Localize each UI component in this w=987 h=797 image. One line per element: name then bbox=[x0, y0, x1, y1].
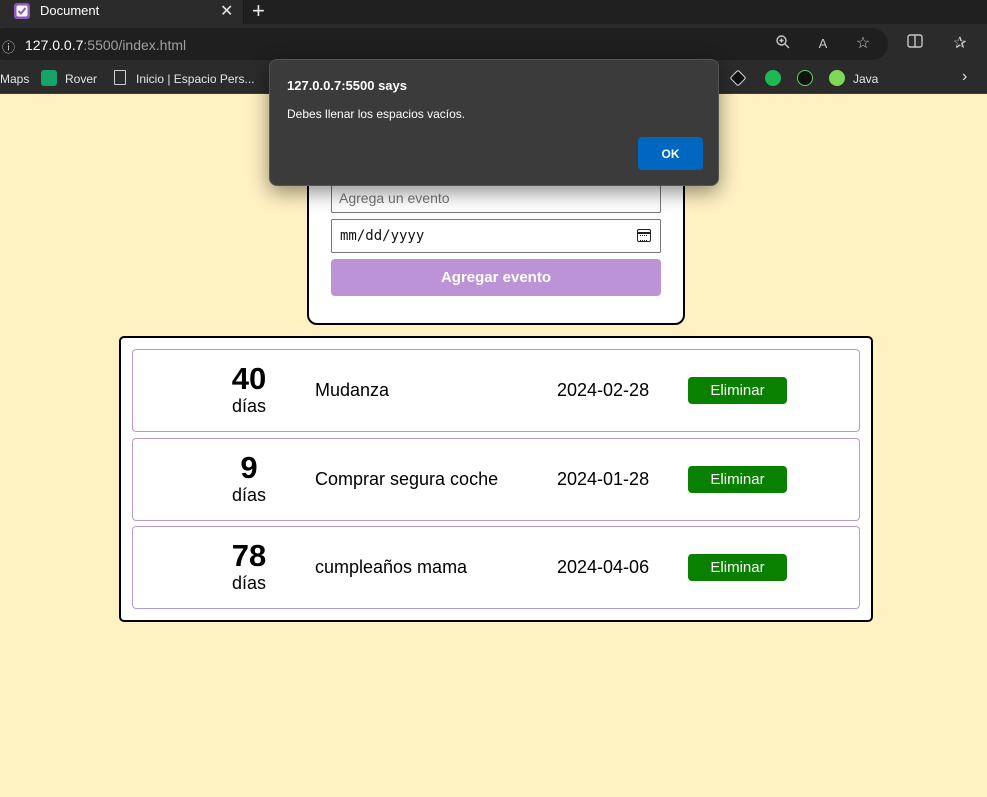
tab-strip: Document ✕ + bbox=[0, 0, 987, 24]
event-row: 40 días Mudanza 2024-02-28 Eliminar bbox=[132, 349, 860, 432]
bookmark-java[interactable]: Java bbox=[853, 72, 878, 86]
favorite-star-icon[interactable]: ☆ bbox=[853, 34, 873, 54]
new-tab-icon[interactable]: + bbox=[252, 0, 265, 24]
bookmark-rover[interactable]: Rover bbox=[65, 72, 97, 86]
tab-title: Document bbox=[40, 3, 100, 18]
days-count: 78 bbox=[231, 538, 267, 573]
event-row: 9 días Comprar segura coche 2024-01-28 E… bbox=[132, 438, 860, 521]
browser-tab[interactable]: Document ✕ bbox=[0, 0, 244, 24]
days-remaining: 9 días bbox=[211, 450, 287, 506]
spotify-icon[interactable] bbox=[765, 70, 781, 86]
checklist-favicon-icon bbox=[14, 3, 30, 19]
event-name: Mudanza bbox=[315, 380, 390, 400]
event-date: 2024-04-06 bbox=[557, 557, 650, 577]
rover-icon bbox=[41, 70, 57, 86]
event-row: 78 días cumpleaños mama 2024-04-06 Elimi… bbox=[132, 526, 860, 609]
delete-event-button[interactable]: Eliminar bbox=[688, 466, 787, 493]
date-placeholder: mm/dd/yyyy bbox=[340, 228, 425, 244]
dialog-message: Debes llenar los espacios vacíos. bbox=[287, 107, 466, 121]
java-icon bbox=[829, 70, 845, 86]
page-icon bbox=[114, 70, 126, 85]
calendar-icon[interactable] bbox=[637, 229, 651, 242]
event-date-input[interactable]: mm/dd/yyyy bbox=[331, 219, 661, 253]
days-label: días bbox=[231, 485, 267, 505]
events-list: 40 días Mudanza 2024-02-28 Eliminar 9 dí… bbox=[119, 336, 873, 622]
days-label: días bbox=[231, 396, 267, 416]
split-screen-icon[interactable] bbox=[905, 34, 925, 54]
event-name: cumpleaños mama bbox=[315, 557, 468, 577]
delete-event-button[interactable]: Eliminar bbox=[688, 554, 787, 581]
days-count: 9 bbox=[240, 450, 258, 485]
event-date: 2024-02-28 bbox=[557, 380, 650, 400]
add-event-button[interactable]: Agregar evento bbox=[331, 259, 661, 296]
address-bar: ⓘ 127.0.0.7:5500/index.html A ☆ ✰ bbox=[0, 24, 987, 64]
event-name: Comprar segura coche bbox=[315, 469, 499, 489]
days-remaining: 78 días bbox=[211, 538, 287, 594]
zoom-icon[interactable] bbox=[773, 34, 793, 54]
days-label: días bbox=[231, 573, 267, 593]
url-text[interactable]: 127.0.0.7:5500/index.html bbox=[25, 37, 186, 53]
bookmark-a-icon[interactable] bbox=[729, 69, 747, 87]
tab-close-icon[interactable]: ✕ bbox=[220, 1, 233, 21]
days-remaining: 40 días bbox=[211, 361, 287, 417]
dialog-title: 127.0.0.7:5500 says bbox=[287, 78, 407, 93]
bookmark-inicio[interactable]: Inicio | Espacio Pers... bbox=[136, 72, 255, 86]
event-date: 2024-01-28 bbox=[557, 469, 650, 489]
ok-button[interactable]: OK bbox=[638, 137, 703, 170]
delete-event-button[interactable]: Eliminar bbox=[688, 377, 787, 404]
play-icon[interactable] bbox=[797, 70, 813, 86]
days-count: 40 bbox=[231, 361, 267, 396]
favorites-icon[interactable]: ✰ bbox=[950, 34, 970, 54]
bookmark-maps[interactable]: Maps bbox=[0, 72, 29, 86]
read-aloud-icon[interactable]: A bbox=[813, 34, 833, 54]
more-bookmarks-chevron-icon[interactable]: › bbox=[962, 68, 967, 86]
alert-dialog: 127.0.0.7:5500 says Debes llenar los esp… bbox=[269, 59, 719, 186]
site-info-icon[interactable]: ⓘ bbox=[2, 37, 15, 56]
event-name-input[interactable] bbox=[331, 182, 661, 213]
